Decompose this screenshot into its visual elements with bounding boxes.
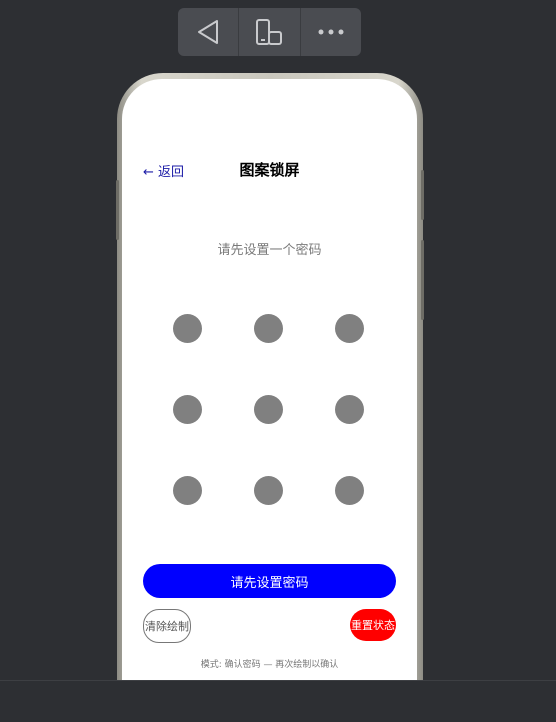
page-title: 图案锁屏 [239, 161, 300, 179]
mode-status-text: 模式: 确认密码 — 再次绘制以确认 [200, 660, 339, 670]
phone-side-button-right-lower [421, 240, 424, 320]
bottom-bar [0, 680, 556, 722]
pattern-dot-4[interactable] [173, 395, 202, 424]
pattern-dot-3[interactable] [335, 314, 364, 343]
toolbar-more-button[interactable] [301, 8, 361, 56]
pattern-dot-8[interactable] [254, 476, 283, 505]
phone-screen: ← 返回 图案锁屏 请先设置一个密码 请先设置密码 清除绘制 重置状态 模式: … [122, 79, 417, 680]
toolbar-rotate-button[interactable] [239, 8, 301, 56]
back-triangle-icon [198, 20, 219, 44]
phone-side-button-left [116, 180, 119, 240]
toolbar-back-button[interactable] [178, 8, 240, 56]
pattern-dot-1[interactable] [173, 314, 202, 343]
pattern-dot-5[interactable] [254, 395, 283, 424]
pattern-dot-6[interactable] [335, 395, 364, 424]
device-toolbar [178, 8, 361, 56]
device-rotate-icon [256, 19, 283, 45]
pattern-dot-2[interactable] [254, 314, 283, 343]
set-password-button[interactable]: 请先设置密码 [143, 564, 396, 598]
phone-side-button-right [421, 170, 424, 220]
reset-state-button[interactable]: 重置状态 [350, 609, 396, 641]
prompt-text: 请先设置一个密码 [217, 243, 322, 258]
more-dots-icon [318, 29, 344, 35]
pattern-dot-9[interactable] [335, 476, 364, 505]
pattern-dot-7[interactable] [173, 476, 202, 505]
clear-drawing-button[interactable]: 清除绘制 [143, 609, 191, 643]
